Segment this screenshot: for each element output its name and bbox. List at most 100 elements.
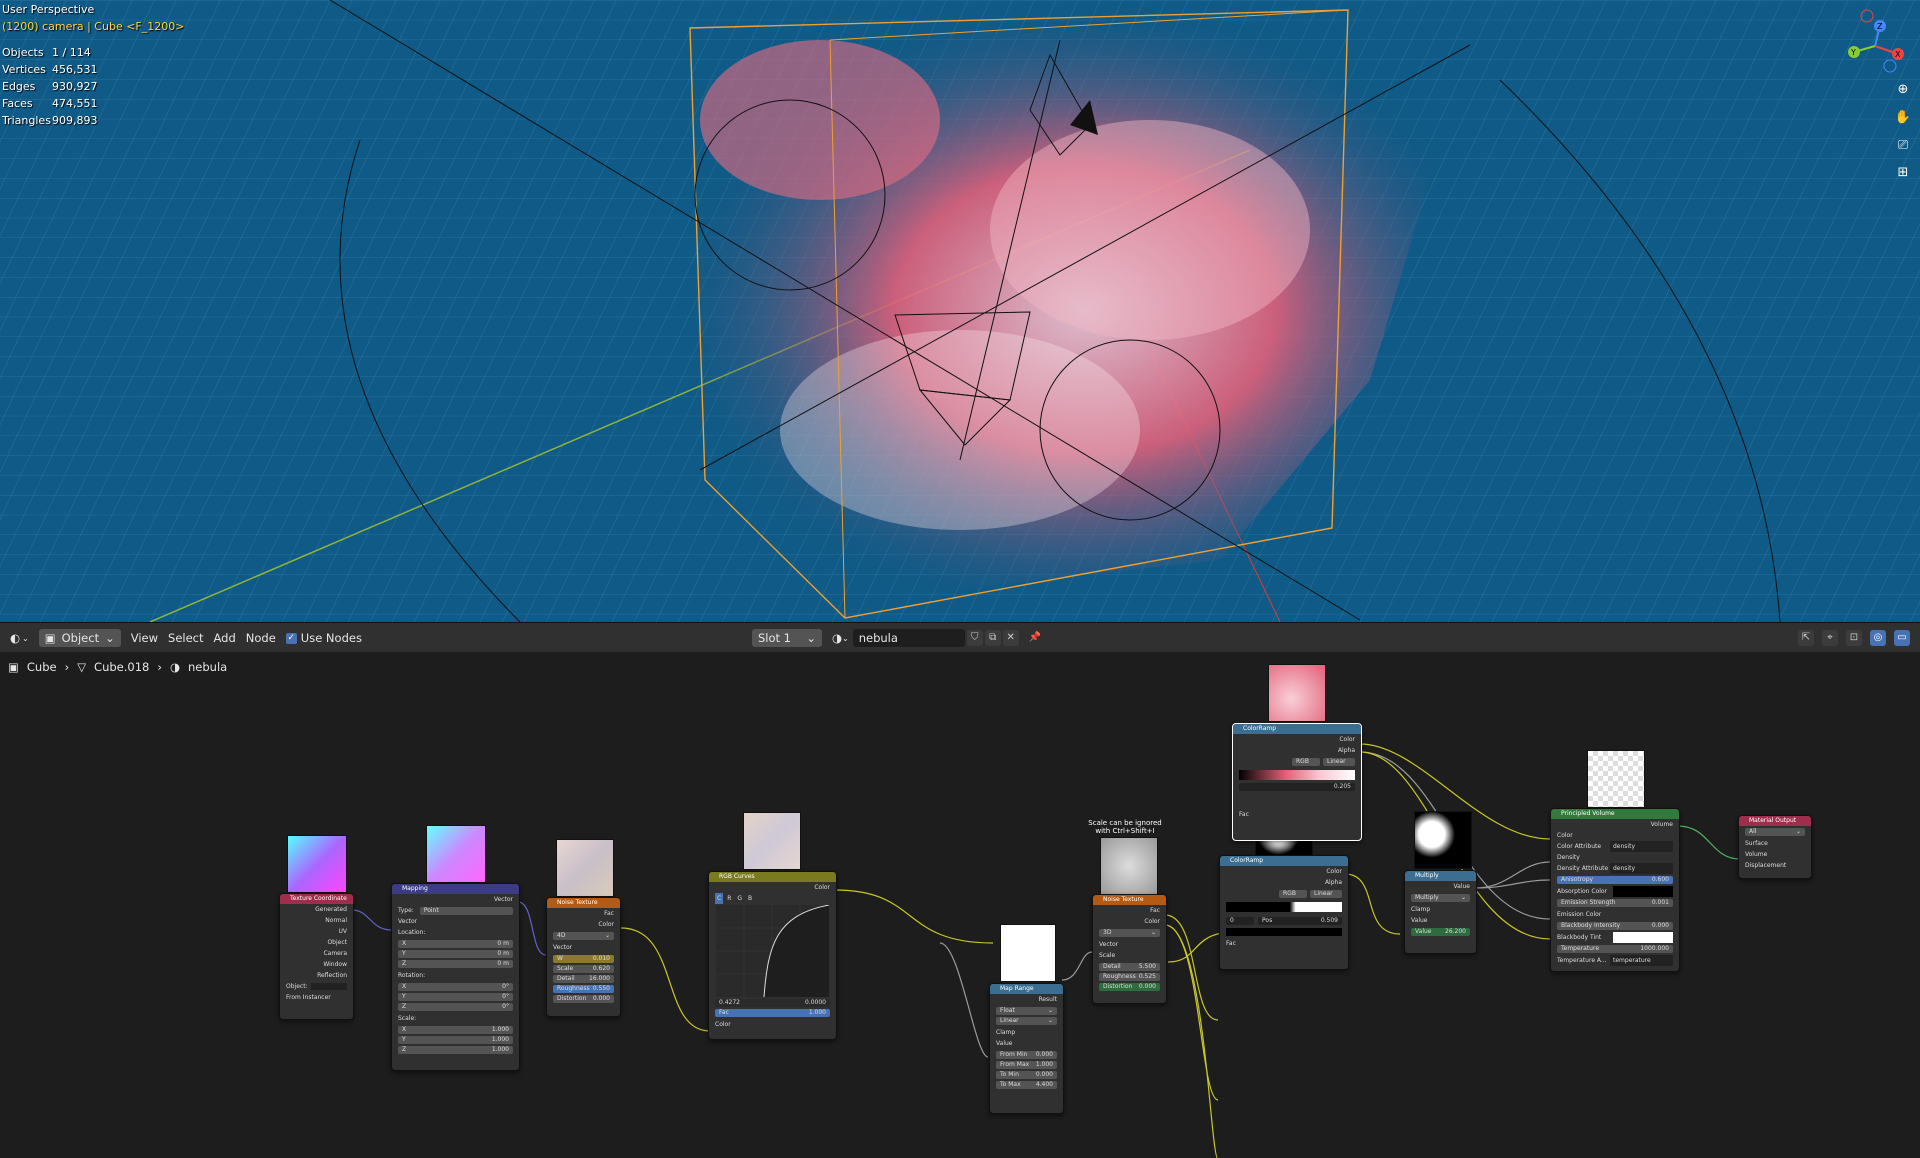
point-coordinates[interactable]: 0.4272 0.0000 bbox=[715, 999, 830, 1007]
pin-icon[interactable]: 📌 bbox=[1027, 630, 1043, 646]
detail-field[interactable]: Detail 16.000 bbox=[553, 975, 614, 983]
snap-mode-icon[interactable]: ⊡ bbox=[1846, 630, 1862, 646]
field-label: Detail bbox=[1103, 963, 1121, 970]
location-y-field[interactable]: Y 0 m bbox=[398, 950, 513, 958]
location-x-field[interactable]: X 0 m bbox=[398, 940, 513, 948]
menu-add[interactable]: Add bbox=[214, 631, 236, 645]
duplicate-material-icon[interactable]: ⧉ bbox=[984, 630, 1001, 646]
temperature-attribute-row[interactable]: Temperature A... temperature bbox=[1551, 955, 1679, 966]
interpolation-dropdown[interactable]: Linear bbox=[1323, 758, 1355, 766]
noise-texture-2-node[interactable]: Noise Texture Fac Color 3D ⌄ Vector Scale… bbox=[1092, 894, 1167, 1004]
tab-blue[interactable]: B bbox=[746, 893, 754, 904]
menu-select[interactable]: Select bbox=[168, 631, 203, 645]
axis-gizmo[interactable]: X Y Z bbox=[1840, 8, 1910, 78]
blackbody-intensity-field[interactable]: Blackbody Intensity 0.000 bbox=[1557, 922, 1673, 930]
emission-strength-field[interactable]: Emission Strength 0.001 bbox=[1557, 899, 1673, 907]
fake-user-shield-icon[interactable]: ⛉ bbox=[966, 630, 983, 646]
clamp-checkbox[interactable]: Clamp bbox=[1405, 904, 1476, 915]
color-swatch[interactable] bbox=[1613, 932, 1673, 943]
rotation-x-field[interactable]: X 0° bbox=[398, 983, 513, 991]
multiply-node[interactable]: Multiply Value Multiply ⌄ Clamp Value Val… bbox=[1404, 870, 1477, 954]
interpolation-dropdown[interactable]: Linear bbox=[1310, 890, 1342, 898]
rotation-y-field[interactable]: Y 0° bbox=[398, 993, 513, 1001]
tab-combined[interactable]: C bbox=[715, 893, 724, 904]
target-dropdown[interactable]: All ⌄ bbox=[1745, 828, 1805, 836]
menu-node[interactable]: Node bbox=[246, 631, 276, 645]
rgb-curves-node[interactable]: RGB Curves Color C R G B 0.4272 0.0000 Fa… bbox=[708, 871, 837, 1040]
parent-node-tree-icon[interactable]: ⇱ bbox=[1798, 630, 1814, 646]
camera-view-icon[interactable]: ⎚ bbox=[1893, 136, 1913, 156]
density-attribute-row[interactable]: Density Attribute density bbox=[1551, 863, 1679, 874]
location-z-field[interactable]: Z 0 m bbox=[398, 960, 513, 968]
gradient-bar[interactable] bbox=[1239, 770, 1355, 780]
roughness-field[interactable]: Roughness 0.525 bbox=[1099, 973, 1160, 981]
menu-view[interactable]: View bbox=[131, 631, 158, 645]
pan-hand-icon[interactable]: ✋ bbox=[1893, 108, 1913, 128]
fac-field[interactable]: Fac 1.000 bbox=[715, 1009, 830, 1017]
object-field[interactable] bbox=[310, 983, 347, 990]
curve-graph[interactable] bbox=[716, 905, 829, 997]
scale-y-field[interactable]: Y 1.000 bbox=[398, 1036, 513, 1044]
ortho-grid-icon[interactable]: ⊞ bbox=[1893, 163, 1913, 183]
from-max-field[interactable]: From Max 1.000 bbox=[996, 1061, 1057, 1069]
from-instancer-checkbox[interactable]: From Instancer bbox=[280, 992, 353, 1003]
blackbody-tint-row[interactable]: Blackbody Tint bbox=[1551, 932, 1679, 943]
type-dropdown[interactable]: Point bbox=[419, 907, 513, 915]
distortion-field[interactable]: Distortion 0.000 bbox=[1099, 983, 1160, 991]
from-min-field[interactable]: From Min 0.000 bbox=[996, 1051, 1057, 1059]
position-field[interactable]: Pos 0.509 bbox=[1258, 917, 1342, 925]
use-nodes-toggle[interactable]: ✓ Use Nodes bbox=[285, 631, 362, 645]
to-min-field[interactable]: To Min 0.000 bbox=[996, 1071, 1057, 1079]
unlink-close-icon[interactable]: ✕ bbox=[1002, 630, 1019, 646]
mapping-node[interactable]: Mapping Vector Type: Point Vector Locatio… bbox=[391, 883, 520, 1071]
object-picker-row[interactable]: Object: bbox=[280, 981, 353, 992]
color-mode-dropdown[interactable]: RGB bbox=[1279, 890, 1307, 898]
operation-dropdown[interactable]: Multiply ⌄ bbox=[1411, 894, 1470, 902]
tab-green[interactable]: G bbox=[735, 893, 744, 904]
value-field[interactable]: Value 26.200 bbox=[1411, 928, 1470, 936]
material-output-node[interactable]: Material Output All ⌄ Surface Volume Disp… bbox=[1738, 815, 1812, 879]
map-range-node[interactable]: Map Range Result Float ⌄ Linear ⌄ Clamp Va… bbox=[989, 983, 1064, 1114]
color-attribute-row[interactable]: Color Attribute density bbox=[1551, 841, 1679, 852]
3d-viewport[interactable]: User Perspective (1200) camera | Cube <F… bbox=[0, 0, 1920, 622]
texture-coordinate-node[interactable]: Texture Coordinate Generated Normal UV O… bbox=[279, 893, 354, 1020]
w-field[interactable]: W 0.010 bbox=[553, 955, 614, 963]
material-name-field[interactable]: nebula bbox=[852, 629, 965, 647]
color-swatch[interactable] bbox=[1613, 886, 1673, 897]
color-ramp-node[interactable]: ColorRamp Color Alpha RGB Linear 0.205 F… bbox=[1232, 723, 1362, 841]
stop-index-field[interactable]: 0 bbox=[1226, 917, 1254, 925]
color-mode-dropdown[interactable]: RGB bbox=[1292, 758, 1320, 766]
temperature-field[interactable]: Temperature 1000.000 bbox=[1557, 945, 1673, 953]
node-editor-canvas[interactable]: ▣ Cube › ▽ Cube.018 › ◑ nebula Scale can… bbox=[0, 652, 1920, 1158]
anisotropy-field[interactable]: Anisotropy 0.600 bbox=[1557, 876, 1673, 884]
roughness-field[interactable]: Roughness 0.550 bbox=[553, 985, 614, 993]
slot-dropdown[interactable]: Slot 1 ⌄ bbox=[751, 629, 822, 647]
clamp-checkbox[interactable]: Clamp bbox=[990, 1027, 1063, 1038]
dimensions-dropdown[interactable]: 4D ⌄ bbox=[553, 932, 614, 940]
absorption-color-row[interactable]: Absorption Color bbox=[1551, 886, 1679, 897]
material-browse-button[interactable]: ◑ ⌄ bbox=[832, 631, 849, 645]
interpolation-dropdown[interactable]: Linear ⌄ bbox=[996, 1017, 1057, 1025]
data-type-dropdown[interactable]: Float ⌄ bbox=[996, 1007, 1057, 1015]
stop-color-swatch[interactable] bbox=[1226, 928, 1342, 936]
tab-red[interactable]: R bbox=[725, 893, 733, 904]
principled-volume-node[interactable]: Principled Volume Volume Color Color Att… bbox=[1550, 808, 1680, 972]
position-field[interactable]: 0.205 bbox=[1239, 783, 1355, 791]
editor-type-dropdown[interactable]: ◐ ⌄ bbox=[10, 631, 29, 645]
backdrop-icon[interactable]: ▭ bbox=[1894, 630, 1910, 646]
dimensions-dropdown[interactable]: 3D ⌄ bbox=[1099, 929, 1160, 937]
snap-icon[interactable]: ⌖ bbox=[1822, 630, 1838, 646]
color-ramp-2-node[interactable]: ColorRamp Color Alpha RGB Linear 0 Pos 0.… bbox=[1219, 855, 1349, 970]
zoom-icon[interactable]: ⊕ bbox=[1893, 80, 1913, 100]
shader-type-dropdown[interactable]: ▣ Object ⌄ bbox=[38, 629, 121, 647]
overlays-icon[interactable]: ◎ bbox=[1870, 630, 1886, 646]
scale-x-field[interactable]: X 1.000 bbox=[398, 1026, 513, 1034]
to-max-field[interactable]: To Max 4.400 bbox=[996, 1081, 1057, 1089]
rotation-z-field[interactable]: Z 0° bbox=[398, 1003, 513, 1011]
noise-texture-node[interactable]: Noise Texture Fac Color 4D ⌄ Vector W 0.01… bbox=[546, 897, 621, 1017]
distortion-field[interactable]: Distortion 0.000 bbox=[553, 995, 614, 1003]
detail-field[interactable]: Detail 5.500 bbox=[1099, 963, 1160, 971]
scale-z-field[interactable]: Z 1.000 bbox=[398, 1046, 513, 1054]
gradient-bar[interactable] bbox=[1226, 902, 1342, 912]
scale-field[interactable]: Scale 0.620 bbox=[553, 965, 614, 973]
